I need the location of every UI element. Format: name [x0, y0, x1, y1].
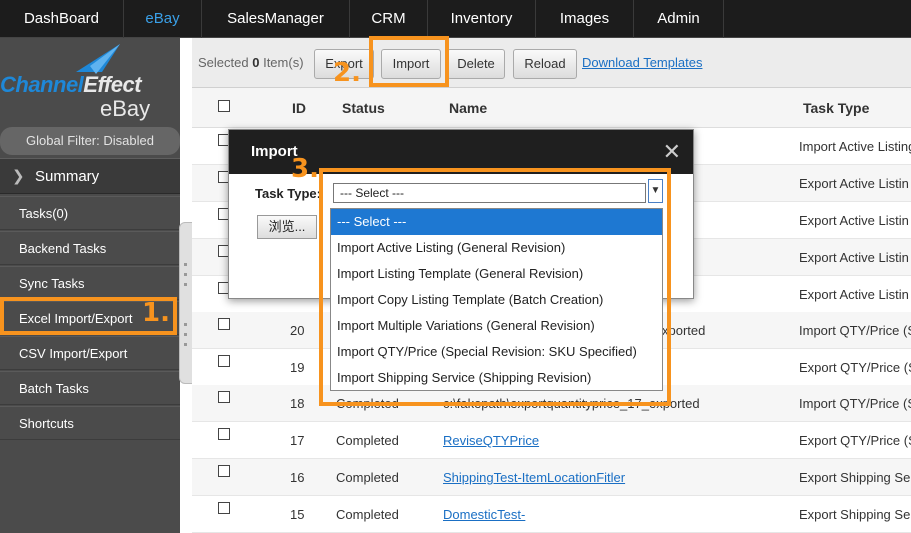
annotation-box-step3 [319, 168, 671, 406]
row-id: 19 [290, 360, 305, 375]
row-task-type: Export QTY/Price (S [799, 360, 911, 375]
row-task-type: Import QTY/Price (S [799, 323, 911, 338]
table-row[interactable]: 17 Completed ReviseQTYPrice Export QTY/P… [192, 422, 911, 459]
row-status: Completed [336, 470, 399, 485]
row-checkbox[interactable] [218, 428, 230, 440]
sidebar-item-csv-import-export[interactable]: CSV Import/Export [0, 336, 180, 370]
row-id: 20 [290, 323, 305, 338]
top-nav: DashBoard eBay SalesManager CRM Inventor… [0, 0, 911, 38]
browse-button[interactable]: 浏览... [257, 215, 317, 239]
header-name[interactable]: Name [449, 100, 487, 116]
selected-count: Selected 0 Item(s) [198, 55, 304, 70]
row-status: Completed [336, 507, 399, 522]
annotation-step1: 1. [142, 298, 170, 328]
row-checkbox[interactable] [218, 502, 230, 514]
row-id: 16 [290, 470, 305, 485]
sidebar-collapse-handle[interactable] [179, 222, 193, 384]
logo-ebay: eBay [100, 96, 151, 121]
delete-button[interactable]: Delete [447, 49, 505, 79]
row-task-type: Export Active Listin [799, 287, 909, 302]
chevron-right-icon: ❯ [12, 168, 25, 185]
row-task-type: Export Shipping Se [799, 507, 911, 522]
row-task-type: Import QTY/Price (S [799, 396, 911, 411]
row-name-link[interactable]: ShippingTest-ItemLocationFitler [443, 470, 625, 485]
nav-dashboard[interactable]: DashBoard [0, 0, 124, 38]
select-all-checkbox[interactable] [218, 100, 230, 112]
sidebar-item-batch-tasks[interactable]: Batch Tasks [0, 371, 180, 405]
row-task-type: Import Active Listing [799, 139, 911, 154]
paper-plane-icon [76, 44, 120, 74]
row-task-type: Export Active Listin [799, 213, 909, 228]
nav-ebay[interactable]: eBay [124, 0, 202, 38]
row-id: 18 [290, 396, 305, 411]
header-task-type[interactable]: Task Type [803, 100, 869, 116]
row-task-type: Export Shipping Se [799, 470, 911, 485]
table-row[interactable]: 16 Completed ShippingTest-ItemLocationFi… [192, 459, 911, 496]
sidebar: ChannelEffect eBay Global Filter: Disabl… [0, 38, 180, 533]
row-task-type: Export QTY/Price (S [799, 433, 911, 448]
annotation-step3: 3. [291, 154, 319, 184]
annotation-step2: 2. [333, 58, 361, 88]
sidebar-item-shortcuts[interactable]: Shortcuts [0, 406, 180, 440]
row-name-link[interactable]: DomesticTest- [443, 507, 525, 522]
summary-label: Summary [35, 168, 100, 185]
nav-images[interactable]: Images [536, 0, 634, 38]
row-task-type: Export Active Listin [799, 250, 909, 265]
channel-effect-logo: ChannelEffect eBay [0, 38, 180, 124]
global-filter-badge[interactable]: Global Filter: Disabled [0, 127, 180, 155]
sidebar-item-backend-tasks[interactable]: Backend Tasks [0, 231, 180, 265]
row-checkbox[interactable] [218, 355, 230, 367]
header-status[interactable]: Status [342, 100, 385, 116]
table-row[interactable]: 15 Completed DomesticTest- Export Shippi… [192, 496, 911, 533]
download-templates-link[interactable]: Download Templates [582, 55, 702, 70]
nav-admin[interactable]: Admin [634, 0, 724, 38]
logo-channel: Channel [0, 72, 84, 97]
row-name-link[interactable]: ReviseQTYPrice [443, 433, 539, 448]
header-id[interactable]: ID [292, 100, 306, 116]
row-id: 17 [290, 433, 305, 448]
sidebar-item-tasks[interactable]: Tasks(0) [0, 196, 180, 230]
task-type-label: Task Type: [255, 186, 321, 201]
row-checkbox[interactable] [218, 465, 230, 477]
logo-effect: Effect [83, 72, 142, 97]
row-status: Completed [336, 433, 399, 448]
row-checkbox[interactable] [218, 391, 230, 403]
nav-salesmanager[interactable]: SalesManager [202, 0, 350, 38]
toolbar: Selected 0 Item(s) Export Import Delete … [192, 38, 911, 88]
row-checkbox[interactable] [218, 318, 230, 330]
row-id: 15 [290, 507, 305, 522]
sidebar-item-sync-tasks[interactable]: Sync Tasks [0, 266, 180, 300]
row-task-type: Export Active Listin [799, 176, 909, 191]
nav-inventory[interactable]: Inventory [428, 0, 536, 38]
nav-crm[interactable]: CRM [350, 0, 428, 38]
table-header: ID Status Name Task Type [192, 88, 911, 128]
annotation-box-step2 [369, 36, 449, 87]
reload-button[interactable]: Reload [513, 49, 577, 79]
sidebar-summary[interactable]: ❯ Summary [0, 158, 180, 194]
